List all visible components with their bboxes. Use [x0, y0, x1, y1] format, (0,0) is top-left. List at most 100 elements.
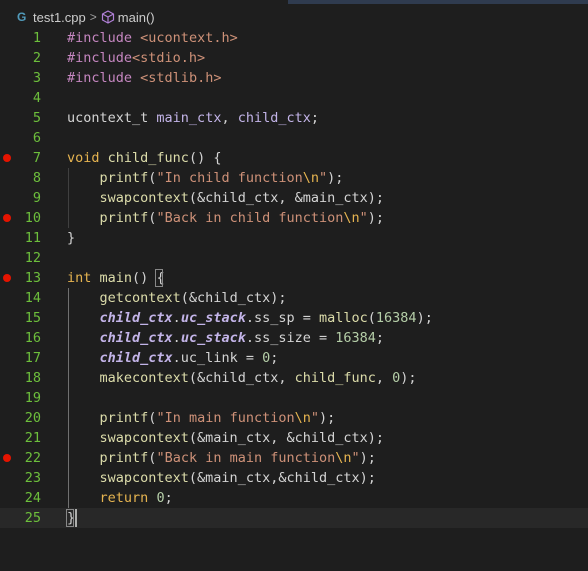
code-token: "In child function	[156, 170, 303, 186]
line-number: 13	[24, 270, 41, 286]
code-line[interactable]: 18 makecontext(&child_ctx, child_func, 0…	[0, 368, 588, 388]
code-token: ;	[164, 490, 173, 506]
code-token: );	[327, 170, 344, 186]
code-text: ucontext_t main_ctx, child_ctx;	[67, 108, 319, 128]
line-number: 10	[24, 210, 41, 226]
code-line[interactable]: 9 swapcontext(&child_ctx, &main_ctx);	[0, 188, 588, 208]
code-line[interactable]: 20 printf("In main function\n");	[0, 408, 588, 428]
code-token: \n	[302, 170, 320, 186]
code-text: swapcontext(&child_ctx, &main_ctx);	[67, 188, 384, 208]
line-number: 19	[24, 390, 41, 406]
code-line[interactable]: 6	[0, 128, 588, 148]
code-token: 16384	[375, 310, 417, 326]
code-line[interactable]: 4	[0, 88, 588, 108]
code-line[interactable]: 23 swapcontext(&main_ctx,&child_ctx);	[0, 468, 588, 488]
code-editor[interactable]: 1 #include <ucontext.h> 2 #include<stdio.h>…	[0, 28, 588, 571]
line-number: 22	[24, 450, 41, 466]
code-text: #include <stdlib.h>	[67, 68, 221, 88]
code-token: () {	[188, 150, 222, 166]
code-line[interactable]: 3 #include <stdlib.h>	[0, 68, 588, 88]
line-number: 24	[24, 490, 41, 506]
code-line[interactable]: 1 #include <ucontext.h>	[0, 28, 588, 48]
line-number: 21	[24, 430, 41, 446]
code-line[interactable]: 8 printf("In child function\n");	[0, 168, 588, 188]
code-line[interactable]: 17 child_ctx.uc_link = 0;	[0, 348, 588, 368]
line-number: 18	[24, 370, 41, 386]
breakpoint-icon[interactable]	[3, 214, 11, 222]
chevron-right-icon: >	[89, 10, 97, 24]
code-token: main	[99, 270, 133, 286]
code-line[interactable]: 5 ucontext_t main_ctx, child_ctx;	[0, 108, 588, 128]
code-text: printf("Back in main function\n");	[67, 448, 376, 468]
code-token: swapcontext	[99, 190, 189, 206]
code-line[interactable]: 21 swapcontext(&main_ctx, &child_ctx);	[0, 428, 588, 448]
code-token: child_ctx	[99, 310, 173, 326]
line-number: 3	[32, 70, 41, 86]
code-line[interactable]: 24 return 0;	[0, 488, 588, 508]
breadcrumb: G test1.cpp > main()	[0, 6, 588, 28]
code-token: child_ctx	[99, 350, 173, 366]
code-token: makecontext	[99, 370, 189, 386]
code-token: 0	[156, 490, 165, 506]
code-line[interactable]: 19	[0, 388, 588, 408]
line-number: 8	[32, 170, 41, 186]
breadcrumb-symbol[interactable]: main()	[118, 10, 155, 25]
code-line[interactable]: 22 printf("Back in main function\n");	[0, 448, 588, 468]
code-line[interactable]: 7 void child_func() {	[0, 148, 588, 168]
cpp-file-icon: G	[17, 10, 27, 24]
code-line[interactable]: 14 getcontext(&child_ctx);	[0, 288, 588, 308]
line-number: 25	[24, 510, 41, 526]
breakpoint-icon[interactable]	[3, 154, 11, 162]
code-token: printf	[99, 170, 149, 186]
code-line[interactable]: 13 int main() {	[0, 268, 588, 288]
code-token: swapcontext	[99, 470, 189, 486]
code-line[interactable]: 2 #include<stdio.h>	[0, 48, 588, 68]
code-token: ()	[132, 270, 157, 286]
code-text: #include <ucontext.h>	[67, 28, 238, 48]
text-cursor	[75, 509, 78, 527]
code-token: );	[319, 410, 336, 426]
code-token: #include	[67, 70, 133, 86]
code-token: "	[310, 410, 320, 426]
breakpoint-icon[interactable]	[3, 274, 11, 282]
line-number: 4	[32, 90, 41, 106]
code-token: 0	[262, 350, 271, 366]
code-line[interactable]: 12	[0, 248, 588, 268]
line-number: 7	[32, 150, 41, 166]
line-number: 11	[24, 230, 41, 246]
breakpoint-icon[interactable]	[3, 454, 11, 462]
code-token: #include	[67, 30, 133, 46]
code-token: ;	[310, 110, 320, 126]
code-token: child_func	[294, 370, 376, 386]
code-token: );	[367, 210, 385, 226]
code-token: .	[172, 330, 181, 346]
code-token: (&child_ctx);	[180, 290, 287, 306]
code-text: int main() {	[67, 268, 165, 288]
code-token: child_ctx	[99, 330, 173, 346]
code-line[interactable]: 16 child_ctx.uc_stack.ss_size = 16384;	[0, 328, 588, 348]
code-token: ,	[375, 370, 393, 386]
code-token: "	[319, 170, 328, 186]
code-token: ;	[375, 330, 385, 346]
code-line[interactable]: 11}	[0, 228, 588, 248]
breadcrumb-file[interactable]: test1.cpp	[33, 10, 86, 25]
code-token: \n	[343, 210, 360, 226]
code-token: (&child_ctx,	[188, 370, 295, 386]
code-line[interactable]: 10 printf("Back in child function\n");	[0, 208, 588, 228]
code-text: swapcontext(&main_ctx, &child_ctx);	[67, 428, 384, 448]
line-number: 2	[32, 50, 41, 66]
code-line[interactable]: 15 child_ctx.uc_stack.ss_sp = malloc(163…	[0, 308, 588, 328]
line-number: 14	[24, 290, 41, 306]
code-token: "In main function	[156, 410, 295, 426]
code-token: "Back in main function	[156, 450, 336, 466]
code-text: makecontext(&child_ctx, child_func, 0);	[67, 368, 417, 388]
code-line[interactable]: 25}	[0, 508, 588, 528]
